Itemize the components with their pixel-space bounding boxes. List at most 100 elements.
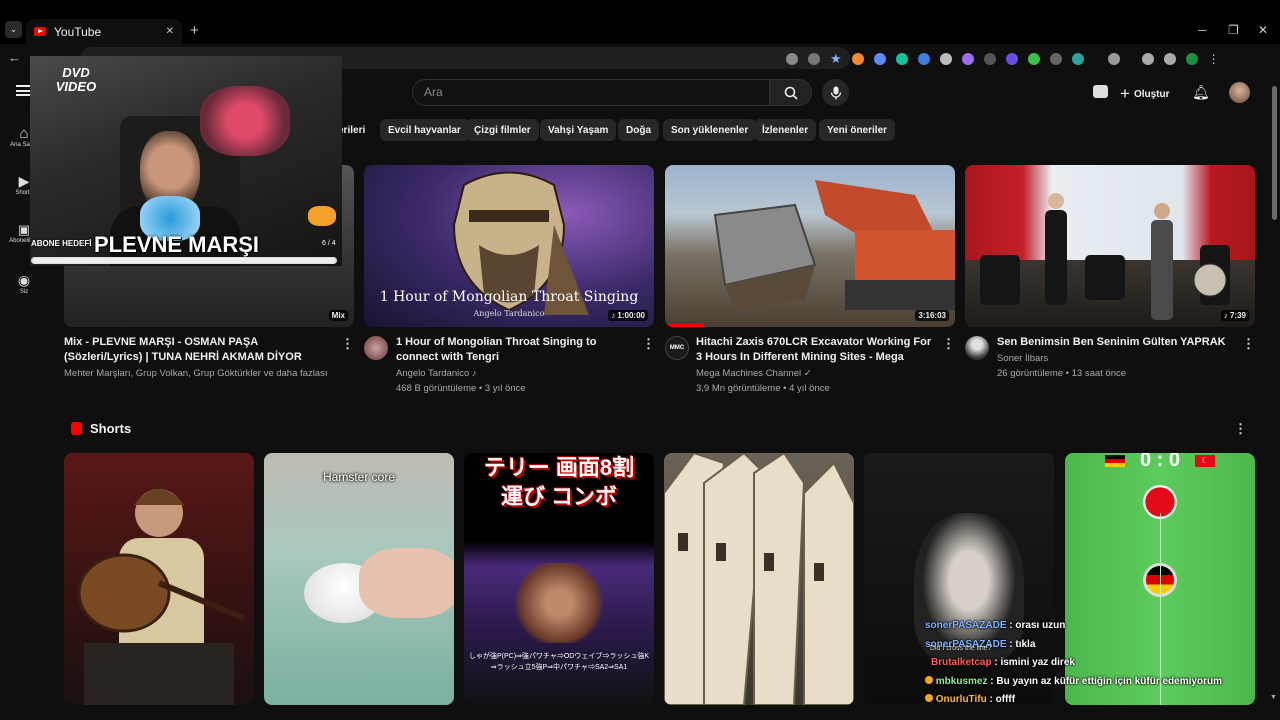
youtube-favicon-icon	[34, 27, 46, 36]
shorts-menu-icon[interactable]: ⋮	[1234, 421, 1247, 437]
short-thumbnail[interactable]: Hamster core	[264, 453, 454, 705]
turkey-flag-icon: ☾	[1195, 454, 1215, 467]
video-menu-icon[interactable]: ⋮	[942, 336, 955, 352]
extension-teal-icon[interactable]	[1071, 53, 1084, 65]
scoreboard: 0 : 0 ☾	[1105, 453, 1215, 472]
search-button[interactable]	[770, 79, 812, 106]
video-title[interactable]: 1 Hour of Mongolian Throat Singing to co…	[396, 335, 634, 365]
video-menu-icon[interactable]: ⋮	[341, 336, 354, 352]
browser-menu-icon[interactable]: ⋮	[1208, 52, 1220, 66]
scroll-down-arrow-icon[interactable]: ▼	[1270, 694, 1277, 701]
video-thumbnail[interactable]: ♪ 7:39	[965, 165, 1255, 327]
short-thumbnail[interactable]	[64, 453, 254, 705]
video-title[interactable]: Sen Benimsin Ben Seninim Gülten YAPRAK	[997, 335, 1237, 350]
channel-avatar[interactable]	[965, 336, 989, 360]
browser-tab-youtube[interactable]: YouTube ✕	[26, 19, 182, 44]
extension-purple-icon[interactable]	[961, 53, 974, 65]
notifications-bell-icon[interactable]: 🔔︎	[1192, 84, 1210, 101]
video-channel[interactable]: Mega Machines Channel ✓	[696, 366, 812, 381]
short-caption: テリー 画面8割運び コンボ	[483, 455, 635, 509]
grammarly-icon[interactable]	[895, 53, 908, 65]
create-label: Oluştur	[1133, 88, 1170, 100]
webcam-mask-decoration	[200, 86, 290, 156]
stream-chat-overlay: sonerPASAZADE : orası uzun sonerPASAZADE…	[925, 617, 1222, 710]
chip-recently-uploaded[interactable]: Son yüklenenler	[663, 119, 757, 141]
channel-avatar[interactable]	[364, 336, 388, 360]
download-icon[interactable]	[1141, 53, 1154, 65]
window-close-button[interactable]: ✕	[1258, 23, 1268, 37]
media-control-icon[interactable]	[1163, 53, 1176, 65]
chat-message: mbkusmez : Bu yayın az küfür ettiğin içi…	[925, 673, 1222, 692]
thumbnail-caption: 1 Hour of Mongolian Throat Singing	[379, 289, 639, 305]
score: 0 : 0	[1139, 453, 1181, 471]
thumbnail-art-excavator	[713, 180, 955, 310]
browser-tab-bar: ⌄ YouTube ✕ + ─ ❐ ✕	[0, 0, 1280, 44]
chip-pets[interactable]: Evcil hayvanlar	[380, 119, 469, 141]
video-stats: 3,9 Mn görüntüleme • 4 yıl önce	[696, 383, 830, 394]
profile-icon[interactable]	[1185, 53, 1198, 65]
search-icon	[784, 86, 798, 100]
short-caption: Hamster core	[322, 470, 396, 484]
subscriber-goal-label: ABONE HEDEFİ	[31, 239, 92, 248]
voice-search-button[interactable]	[822, 79, 849, 106]
account-avatar[interactable]	[1229, 82, 1250, 103]
guide-menu-icon[interactable]	[16, 85, 30, 96]
channel-avatar[interactable]: MMC	[665, 336, 689, 360]
mix-badge: Mix	[328, 310, 348, 321]
video-channel[interactable]: Soner İlbars	[997, 351, 1048, 366]
webcam-controller-icon	[308, 206, 336, 226]
duration-badge: ♪ 1:00:00	[608, 310, 648, 321]
video-channel[interactable]: Angelo Tardanico ♪	[396, 366, 477, 381]
page-scrollbar[interactable]	[1272, 86, 1277, 220]
chat-message: sonerPASAZADE : orası uzun	[925, 620, 1066, 631]
extension-dark-icon[interactable]	[983, 53, 996, 65]
video-thumbnail[interactable]: 3:16:03	[665, 165, 955, 327]
video-channel[interactable]: Mehter Marşları, Grup Volkan, Grup Göktü…	[64, 366, 334, 381]
chip-cartoons[interactable]: Çizgi filmler	[466, 119, 539, 141]
thumbnail-art-oud-player	[77, 489, 246, 705]
video-stats: 468 B görüntüleme • 3 yıl önce	[396, 383, 526, 394]
tab-close-icon[interactable]: ✕	[166, 26, 174, 37]
video-title[interactable]: Mix - PLEVNE MARŞI - OSMAN PAŞA (Sözleri…	[64, 335, 334, 365]
chip-watched[interactable]: İzlenenler	[754, 119, 817, 141]
chip-new-to-you[interactable]: Yeni öneriler	[819, 119, 896, 141]
video-thumbnail[interactable]: 1 Hour of Mongolian Throat Singing Angel…	[364, 165, 654, 327]
cast-icon[interactable]	[786, 53, 798, 65]
short-thumbnail[interactable]: テリー 画面8割運び コンボ しゃが強P(PC)⇒強パワチャ⇒ODウェイブ⇒ラッ…	[464, 453, 654, 705]
thumbnail-art-musicians	[980, 193, 1230, 320]
subscriber-goal-progress-bar	[31, 257, 337, 264]
video-menu-icon[interactable]: ⋮	[1242, 336, 1255, 352]
extension-info-icon[interactable]	[1049, 53, 1062, 65]
hide-icon[interactable]	[808, 53, 820, 65]
extension-translate-icon[interactable]	[917, 53, 930, 65]
game-fighter	[509, 563, 609, 643]
shorts-logo-icon	[71, 422, 82, 435]
extension-violet-icon[interactable]	[1005, 53, 1018, 65]
short-thumbnail[interactable]	[664, 453, 854, 705]
extension-orange-icon[interactable]	[851, 53, 864, 65]
you-icon: ◉	[17, 272, 31, 288]
chat-message: OnurluTifu : offff	[925, 691, 1222, 710]
extension-green-icon[interactable]	[1027, 53, 1040, 65]
tab-search-button[interactable]: ⌄	[5, 21, 22, 38]
extension-icons: ★ ⋮	[786, 52, 1220, 66]
bookmark-star-icon[interactable]: ★	[830, 52, 842, 65]
chip-nature[interactable]: Doğa	[618, 119, 659, 141]
new-tab-button[interactable]: +	[190, 22, 199, 39]
video-title[interactable]: Hitachi Zaxis 670LCR Excavator Working F…	[696, 335, 936, 365]
back-icon[interactable]: ←	[8, 50, 21, 65]
youtube-studio-icon[interactable]	[1093, 85, 1108, 98]
sidebar-item-you[interactable]: ◉ Siz	[0, 272, 48, 295]
thumbnail-art-ocarinas	[664, 453, 854, 705]
video-stats: 26 görüntüleme • 13 saat önce	[997, 368, 1127, 379]
extension-grid-icon[interactable]	[939, 53, 952, 65]
search-input[interactable]: Ara	[412, 79, 770, 106]
tab-title: YouTube	[54, 24, 102, 39]
maximize-button[interactable]: ❐	[1228, 23, 1239, 37]
video-menu-icon[interactable]: ⋮	[642, 336, 655, 352]
extension-blue-icon[interactable]	[873, 53, 886, 65]
chip-wildlife[interactable]: Vahşi Yaşam	[540, 119, 617, 141]
minimize-button[interactable]: ─	[1198, 23, 1207, 37]
extensions-puzzle-icon[interactable]	[1107, 53, 1120, 65]
create-button[interactable]: + Oluştur	[1120, 84, 1170, 104]
